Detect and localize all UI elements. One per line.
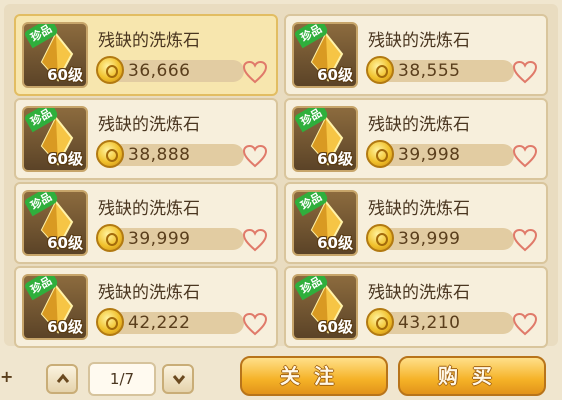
- coin-icon: [96, 308, 124, 336]
- item-name: 残缺的洗炼石: [368, 199, 470, 219]
- coin-icon: [366, 224, 394, 252]
- level-label: 60级: [47, 150, 83, 168]
- item-name: 残缺的洗炼石: [98, 283, 200, 303]
- item-card[interactable]: 珍品 60级 残缺的洗炼石 43,210: [284, 266, 548, 348]
- item-price: 39,998: [398, 145, 461, 165]
- bottom-bar: + 1/7 关注 购买: [0, 350, 562, 400]
- follow-button[interactable]: 关注: [240, 356, 388, 396]
- item-name: 残缺的洗炼石: [368, 283, 470, 303]
- item-name: 残缺的洗炼石: [98, 31, 200, 51]
- heart-icon[interactable]: [242, 312, 268, 336]
- level-label: 60级: [47, 318, 83, 336]
- coin-icon: [366, 140, 394, 168]
- heart-icon[interactable]: [242, 60, 268, 84]
- item-thumbnail: 珍品 60级: [22, 190, 88, 256]
- item-price: 38,555: [398, 61, 461, 81]
- item-card[interactable]: 珍品 60级 残缺的洗炼石 38,888: [14, 98, 278, 180]
- item-card[interactable]: 珍品 60级 残缺的洗炼石 38,555: [284, 14, 548, 96]
- item-price: 38,888: [128, 145, 191, 165]
- item-card[interactable]: 珍品 60级 残缺的洗炼石 39,998: [284, 98, 548, 180]
- heart-icon[interactable]: [512, 228, 538, 252]
- level-label: 60级: [317, 66, 353, 84]
- item-price: 39,999: [128, 229, 191, 249]
- item-card[interactable]: 珍品 60级 残缺的洗炼石 39,999: [284, 182, 548, 264]
- level-label: 60级: [317, 318, 353, 336]
- item-price: 39,999: [398, 229, 461, 249]
- plus-icon[interactable]: +: [0, 369, 13, 385]
- heart-icon[interactable]: [512, 312, 538, 336]
- chevron-down-icon: [172, 375, 186, 385]
- heart-icon[interactable]: [242, 144, 268, 168]
- buy-button[interactable]: 购买: [398, 356, 546, 396]
- heart-icon[interactable]: [512, 60, 538, 84]
- item-price: 43,210: [398, 313, 461, 333]
- item-card[interactable]: 珍品 60级 残缺的洗炼石 36,666: [14, 14, 278, 96]
- chevron-up-icon: [56, 373, 70, 383]
- item-name: 残缺的洗炼石: [98, 199, 200, 219]
- item-thumbnail: 珍品 60级: [292, 106, 358, 172]
- item-name: 残缺的洗炼石: [368, 115, 470, 135]
- coin-icon: [96, 140, 124, 168]
- level-label: 60级: [317, 150, 353, 168]
- item-thumbnail: 珍品 60级: [22, 22, 88, 88]
- item-list-panel: 珍品 60级 残缺的洗炼石 36,666 珍品 60级 残缺的洗炼石 38,55…: [4, 4, 558, 348]
- coin-icon: [366, 308, 394, 336]
- item-thumbnail: 珍品 60级: [292, 22, 358, 88]
- item-card[interactable]: 珍品 60级 残缺的洗炼石 42,222: [14, 266, 278, 348]
- item-grid: 珍品 60级 残缺的洗炼石 36,666 珍品 60级 残缺的洗炼石 38,55…: [14, 14, 548, 348]
- coin-icon: [96, 56, 124, 84]
- item-name: 残缺的洗炼石: [368, 31, 470, 51]
- item-thumbnail: 珍品 60级: [292, 274, 358, 340]
- item-price: 36,666: [128, 61, 191, 81]
- item-thumbnail: 珍品 60级: [22, 274, 88, 340]
- item-price: 42,222: [128, 313, 191, 333]
- coin-icon: [366, 56, 394, 84]
- level-label: 60级: [317, 234, 353, 252]
- page-down-button[interactable]: [162, 364, 194, 394]
- page-indicator: 1/7: [88, 362, 156, 396]
- heart-icon[interactable]: [512, 144, 538, 168]
- item-thumbnail: 珍品 60级: [22, 106, 88, 172]
- level-label: 60级: [47, 234, 83, 252]
- coin-icon: [96, 224, 124, 252]
- item-name: 残缺的洗炼石: [98, 115, 200, 135]
- page-up-button[interactable]: [46, 364, 78, 394]
- level-label: 60级: [47, 66, 83, 84]
- heart-icon[interactable]: [242, 228, 268, 252]
- item-thumbnail: 珍品 60级: [292, 190, 358, 256]
- item-card[interactable]: 珍品 60级 残缺的洗炼石 39,999: [14, 182, 278, 264]
